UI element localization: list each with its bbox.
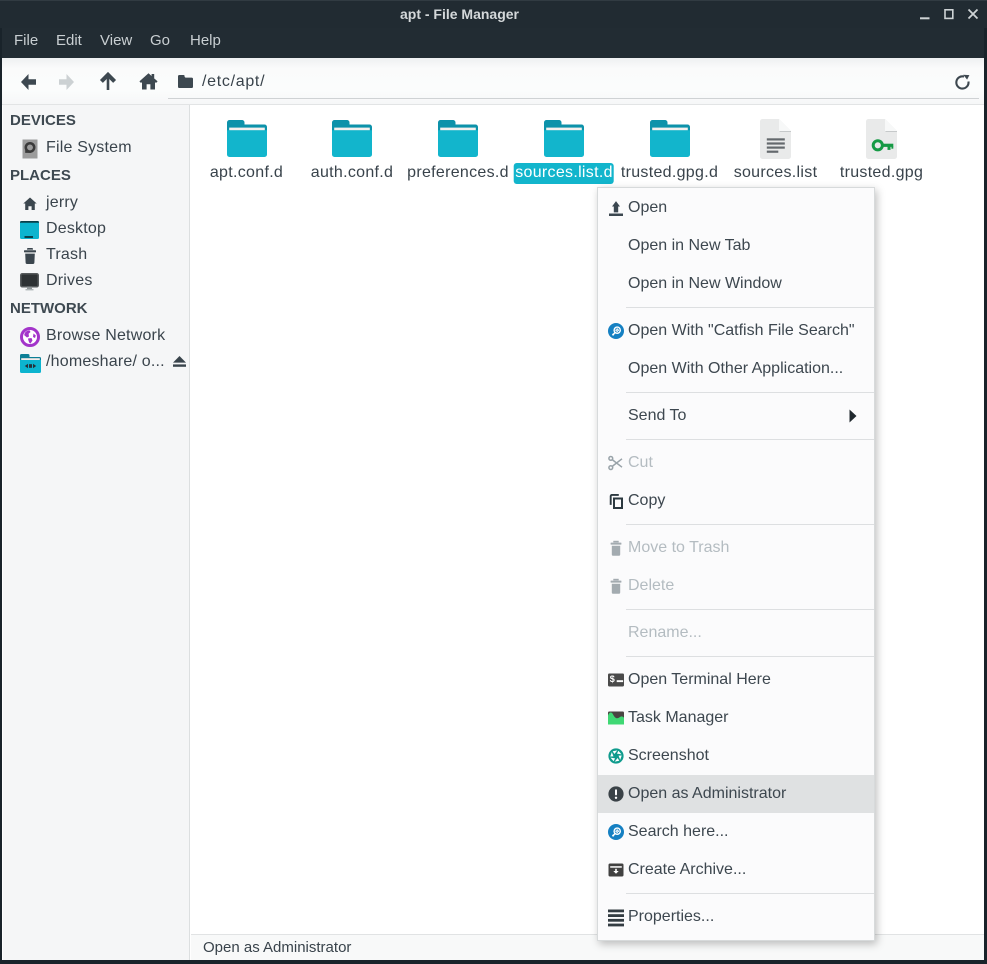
svg-text:$: $ — [610, 674, 615, 684]
